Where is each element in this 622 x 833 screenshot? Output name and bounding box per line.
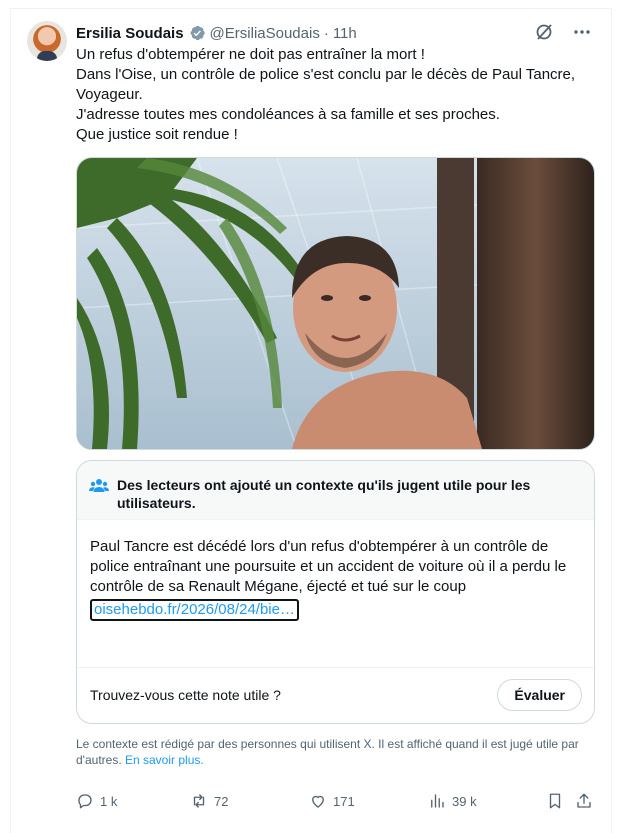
tweet-line: Que justice soit rendue !	[76, 126, 238, 143]
like-button[interactable]: 171	[309, 792, 355, 810]
photo-illustration	[77, 158, 594, 449]
avatar[interactable]	[27, 21, 67, 61]
community-note-link[interactable]: oisehebdo.fr/2026/08/24/bie…	[90, 599, 299, 621]
repost-count: 72	[214, 793, 229, 809]
bookmark-icon	[549, 793, 561, 809]
bookmark-button[interactable]	[546, 792, 564, 810]
tweet-line: J'adresse toutes mes condoléances à sa f…	[76, 106, 500, 123]
reply-icon	[78, 794, 92, 809]
header-separator: ·	[323, 24, 329, 42]
author-handle[interactable]: @ErsiliaSoudais	[210, 25, 320, 42]
like-icon	[312, 795, 324, 808]
repost-button[interactable]: 72	[190, 792, 228, 810]
tweet-header: Ersilia Soudais @ErsiliaSoudais · 11h	[76, 22, 357, 44]
community-people-icon	[89, 476, 109, 496]
views-count: 39 k	[452, 793, 477, 809]
tweet-top-actions	[534, 22, 592, 42]
tweet-line: Dans l'Oise, un contrôle de police s'est…	[76, 66, 576, 103]
tweet-line: Un refus d'obtempérer ne doit pas entraî…	[76, 46, 425, 63]
divider	[77, 667, 594, 668]
author-name[interactable]: Ersilia Soudais	[76, 25, 184, 42]
tweet-text: Un refus d'obtempérer ne doit pas entraî…	[76, 45, 596, 145]
community-note-body: Paul Tancre est décédé lors d'un refus d…	[90, 537, 585, 621]
like-count: 171	[333, 793, 355, 809]
share-button[interactable]	[575, 792, 593, 810]
tweet-actions: 1 k 72 171 39 k	[76, 792, 596, 814]
reply-button[interactable]: 1 k	[76, 792, 117, 810]
learn-more-link[interactable]: En savoir plus.	[125, 753, 204, 767]
repost-icon	[193, 794, 205, 808]
more-icon[interactable]	[572, 22, 592, 42]
community-note-text: Paul Tancre est décédé lors d'un refus d…	[90, 538, 567, 595]
community-note: Des lecteurs ont ajouté un contexte qu'i…	[76, 460, 595, 724]
reply-count: 1 k	[100, 793, 118, 809]
community-note-disclaimer: Le contexte est rédigé par des personnes…	[76, 736, 591, 768]
community-note-title: Des lecteurs ont ajouté un contexte qu'i…	[117, 477, 531, 511]
grok-icon[interactable]	[534, 22, 554, 42]
note-helpful-question: Trouvez-vous cette note utile ?	[90, 687, 281, 703]
verified-badge-icon	[188, 24, 206, 42]
tweet-time[interactable]: 11h	[333, 25, 357, 42]
community-note-header: Des lecteurs ont ajouté un contexte qu'i…	[77, 461, 594, 520]
tweet-photo[interactable]	[76, 157, 595, 450]
views-icon	[431, 794, 444, 808]
share-icon	[577, 793, 591, 808]
views-button[interactable]: 39 k	[428, 792, 477, 810]
rate-note-button[interactable]: Évaluer	[497, 679, 582, 711]
